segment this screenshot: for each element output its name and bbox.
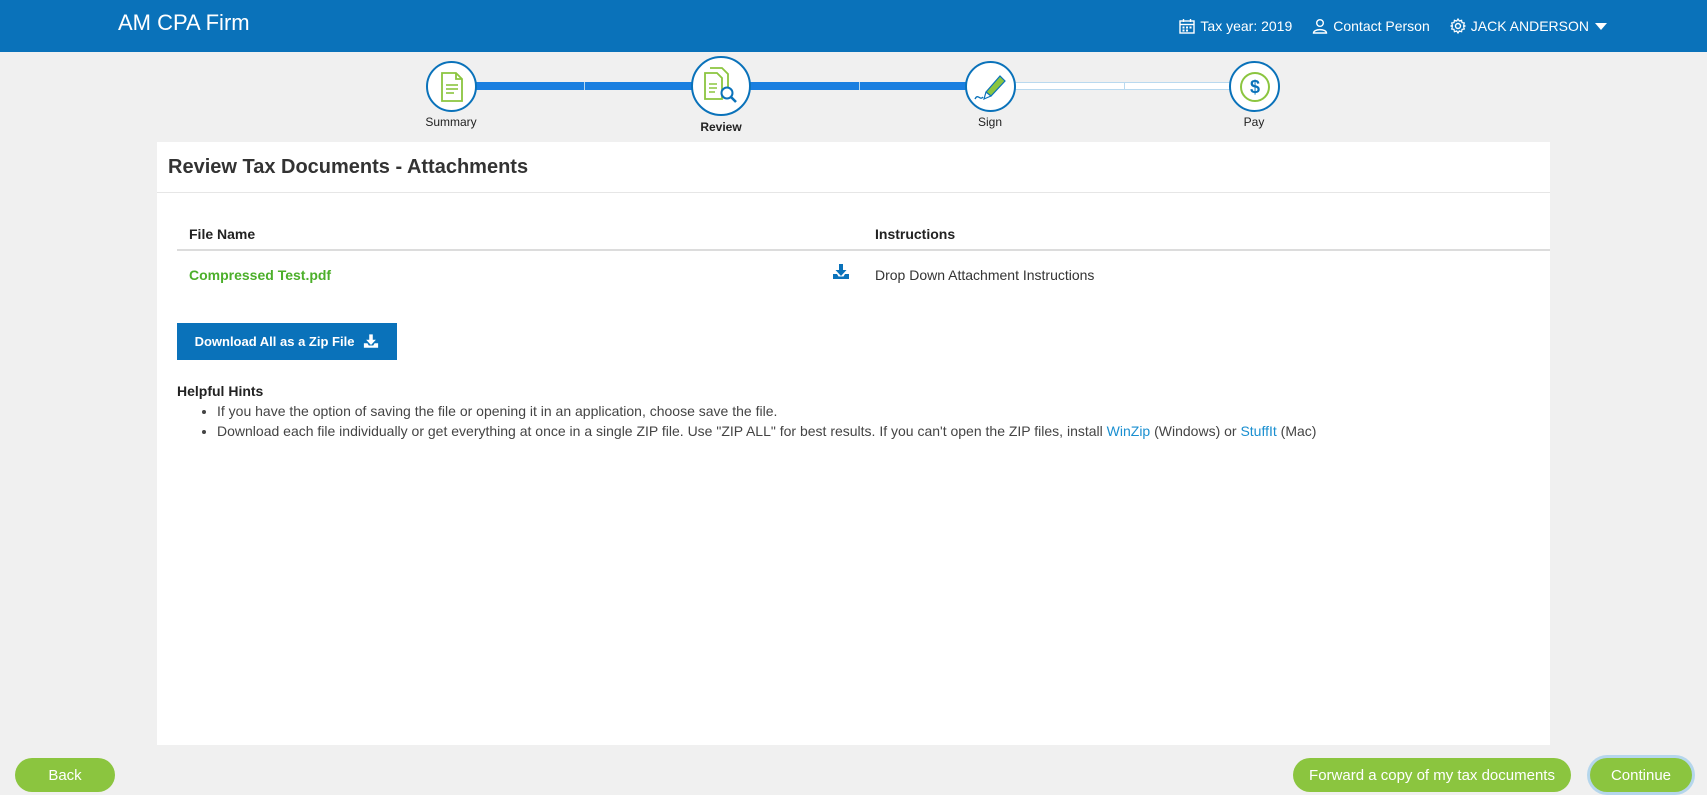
progress-tick — [584, 82, 585, 90]
gear-icon — [1449, 18, 1466, 34]
progress-tick — [859, 82, 860, 90]
step-sign-label: Sign — [977, 115, 1003, 129]
hint-text: (Mac) — [1276, 423, 1317, 439]
step-summary-label: Summary — [425, 115, 477, 129]
progress-stepper: Summary Review Sign $ Pay — [0, 52, 1707, 142]
progress-tick — [1124, 82, 1125, 90]
step-sign[interactable] — [965, 61, 1016, 112]
helpful-hints-list: If you have the option of saving the fil… — [217, 401, 1316, 441]
contact-person-label: Contact Person — [1333, 18, 1430, 34]
review-document-icon — [704, 67, 737, 103]
user-icon — [1313, 19, 1328, 34]
download-zip-label: Download All as a Zip File — [194, 334, 355, 349]
hint-item: If you have the option of saving the fil… — [217, 401, 1316, 421]
download-zip-button[interactable]: Download All as a Zip File — [177, 323, 397, 360]
forward-documents-button[interactable]: Forward a copy of my tax documents — [1293, 758, 1571, 792]
hint-item: Download each file individually or get e… — [217, 421, 1316, 441]
step-pay[interactable]: $ — [1229, 61, 1280, 112]
caret-down-icon — [1595, 22, 1607, 30]
document-icon — [440, 71, 463, 102]
hint-text: Download each file individually or get e… — [217, 423, 1107, 439]
table-row: Compressed Test.pdf Drop Down Attachment… — [177, 253, 1550, 295]
page-title: Review Tax Documents - Attachments — [168, 156, 529, 178]
dollar-icon: $ — [1239, 71, 1270, 102]
top-bar: AM CPA Firm Tax year: 2019 Contact Perso… — [0, 0, 1707, 52]
winzip-link[interactable]: WinZip — [1107, 423, 1151, 439]
step-summary[interactable] — [426, 61, 477, 112]
calendar-icon — [1179, 19, 1196, 34]
tax-year-label: Tax year: 2019 — [1200, 18, 1293, 34]
file-instructions: Drop Down Attachment Instructions — [875, 267, 1095, 283]
stuffit-link[interactable]: StuffIt — [1240, 423, 1276, 439]
contact-person-link[interactable]: Contact Person — [1312, 18, 1430, 34]
download-icon — [364, 334, 379, 348]
attachments-panel: Review Tax Documents - Attachments File … — [157, 142, 1550, 745]
file-name-link[interactable]: Compressed Test.pdf — [189, 267, 331, 283]
pen-sign-icon — [973, 74, 1006, 100]
top-nav: Tax year: 2019 Contact Person JACK ANDER… — [1179, 18, 1607, 34]
hint-text: (Windows) or — [1150, 423, 1241, 439]
step-review-label: Review — [700, 120, 742, 134]
continue-button[interactable]: Continue — [1590, 758, 1692, 792]
user-menu[interactable]: JACK ANDERSON — [1449, 18, 1607, 34]
tax-year-selector[interactable]: Tax year: 2019 — [1179, 18, 1292, 34]
user-name: JACK ANDERSON — [1470, 18, 1589, 34]
helpful-hints-title: Helpful Hints — [177, 383, 264, 399]
step-review[interactable] — [691, 56, 751, 116]
title-divider — [157, 192, 1550, 193]
step-pay-label: Pay — [1243, 115, 1265, 129]
back-button[interactable]: Back — [15, 758, 115, 792]
svg-text:$: $ — [1249, 77, 1259, 97]
column-header-instructions: Instructions — [875, 226, 956, 242]
column-header-file-name: File Name — [189, 226, 256, 242]
download-icon[interactable] — [832, 264, 850, 283]
table-header: File Name Instructions — [177, 212, 1550, 251]
firm-name: AM CPA Firm — [118, 10, 250, 35]
